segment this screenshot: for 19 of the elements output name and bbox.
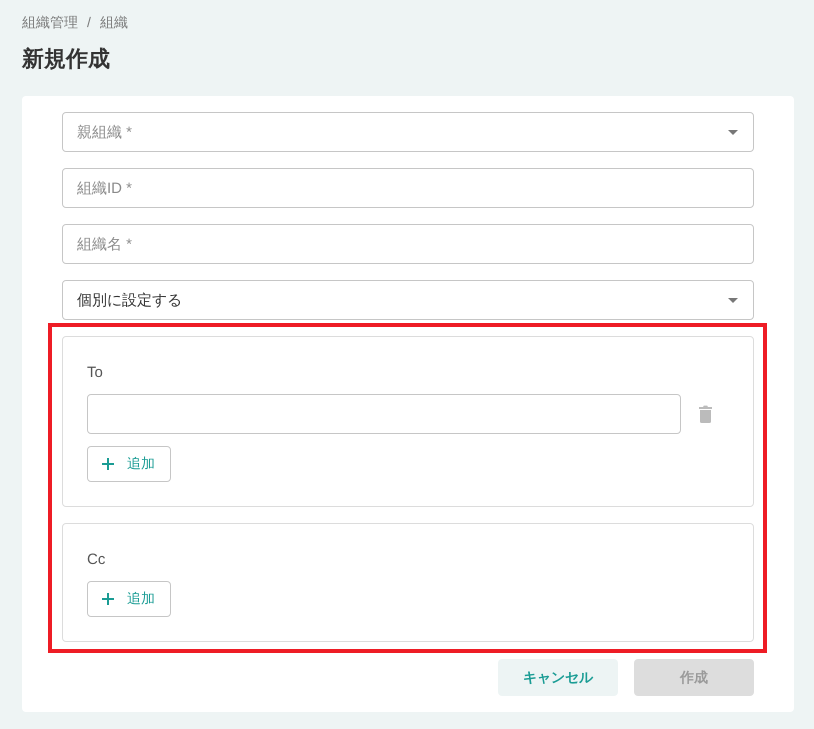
add-button[interactable]: 追加 bbox=[87, 446, 171, 482]
dropdown-field[interactable]: 個別に設定する bbox=[62, 280, 754, 320]
caret-down-icon bbox=[728, 130, 738, 134]
recipient-label: Cc bbox=[87, 550, 106, 570]
caret-down-icon bbox=[728, 298, 738, 302]
plus-icon bbox=[102, 593, 114, 605]
cancel-button[interactable]: キャンセル bbox=[498, 659, 618, 696]
breadcrumb-link[interactable]: 組織管理 bbox=[22, 12, 78, 32]
text-field[interactable]: 組織名 * bbox=[62, 224, 754, 264]
recipient-label: To bbox=[87, 363, 103, 383]
page-title: 新規作成 bbox=[22, 45, 110, 73]
breadcrumb-separator: / bbox=[87, 13, 91, 32]
text-field[interactable]: 組織ID * bbox=[62, 168, 754, 208]
dropdown-field[interactable]: 親組織 * bbox=[62, 112, 754, 152]
plus-icon bbox=[102, 458, 114, 470]
add-button[interactable]: 追加 bbox=[87, 581, 171, 617]
delete-icon[interactable] bbox=[699, 405, 712, 423]
breadcrumb-link[interactable]: 組織 bbox=[100, 12, 128, 32]
address-field[interactable] bbox=[87, 394, 681, 434]
